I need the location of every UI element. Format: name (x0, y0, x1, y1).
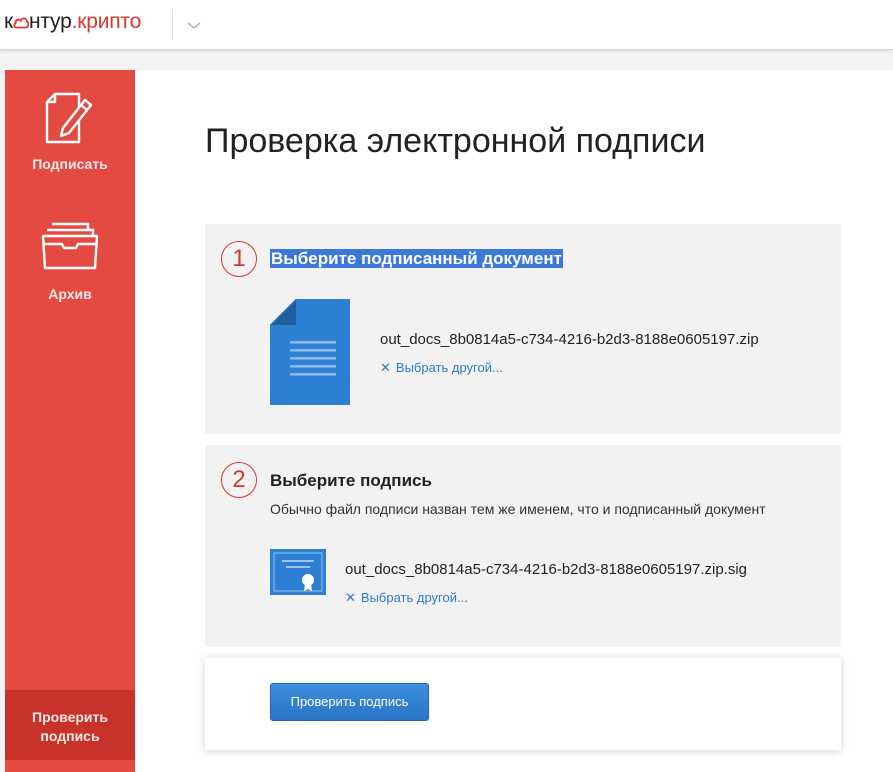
close-icon: ✕ (380, 360, 391, 375)
chevron-down-icon[interactable] (185, 16, 203, 34)
certificate-icon[interactable] (270, 549, 326, 595)
sign-document-icon (45, 92, 93, 144)
step2-title: Выберите подпись (270, 471, 432, 490)
step2-change-link[interactable]: ✕ Выбрать другой... (345, 590, 468, 606)
step1-number: 1 (221, 241, 257, 277)
logo-text-ntur: нтур (29, 10, 72, 33)
step1-file-name: out_docs_8b0814a5-c734-4216-b2d3-8188e06… (380, 331, 759, 348)
document-icon[interactable] (270, 299, 350, 405)
sidebar-item-archive-label: Архив (48, 286, 92, 302)
header-divider (172, 9, 173, 40)
logo-text-k: к (4, 10, 13, 33)
sidebar-item-archive[interactable]: Архив (5, 220, 135, 320)
step2-file-name: out_docs_8b0814a5-c734-4216-b2d3-8188e06… (345, 561, 747, 578)
step2-description: Обычно файл подписи назван тем же именем… (270, 501, 766, 517)
sidebar-item-sign-label: Подписать (32, 156, 108, 172)
sidebar-item-check-label-line1: Проверить (32, 709, 108, 725)
step1-title: Выберите подписанный документ (270, 249, 563, 269)
step1-change-link-text: Выбрать другой... (395, 360, 503, 375)
step1-card: 1 Выберите подписанный документ out_docs… (205, 224, 841, 434)
page-title: Проверка электронной подписи (205, 122, 706, 160)
cloud-icon (13, 17, 30, 29)
logo[interactable]: к нтур.крипто (4, 10, 141, 34)
sidebar: Подписать Архив Проверить подпись (5, 70, 135, 772)
logo-text-kripto: .крипто (71, 10, 142, 33)
app-header: к нтур.крипто (0, 0, 893, 50)
close-icon: ✕ (345, 590, 356, 605)
step1-change-link[interactable]: ✕ Выбрать другой... (380, 360, 503, 376)
sidebar-item-check-label-line2: подпись (40, 728, 100, 744)
step1-title-text: Выберите подписанный документ (270, 249, 563, 268)
sidebar-item-sign[interactable]: Подписать (5, 88, 135, 188)
step2-change-link-text: Выбрать другой... (360, 590, 468, 605)
step2-number: 2 (221, 462, 257, 498)
check-signature-button[interactable]: Проверить подпись (270, 683, 429, 721)
sidebar-item-check-signature[interactable]: Проверить подпись (5, 690, 135, 760)
step2-card: 2 Выберите подпись Обычно файл подписи н… (205, 445, 841, 647)
action-panel: Проверить подпись (205, 658, 841, 750)
archive-folder-icon (41, 222, 99, 270)
